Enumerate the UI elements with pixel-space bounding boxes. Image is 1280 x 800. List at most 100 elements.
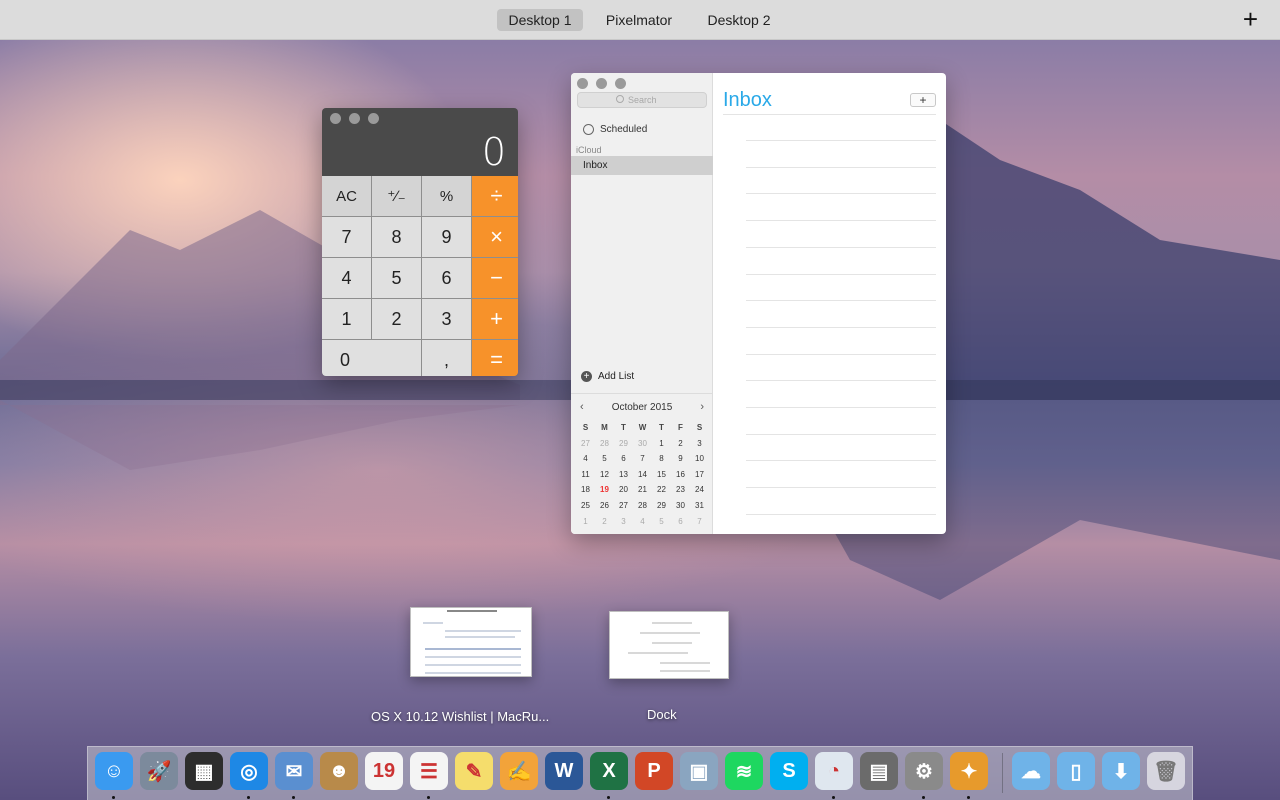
- calendar-day[interactable]: 1: [652, 436, 671, 452]
- calculator-key[interactable]: %: [422, 176, 471, 216]
- space-tab-desktop-2[interactable]: Desktop 2: [697, 9, 781, 31]
- calculator-key[interactable]: 3: [422, 299, 471, 339]
- minimize-button[interactable]: [596, 78, 607, 89]
- chevron-right-icon[interactable]: ›: [700, 401, 704, 413]
- calculator-key[interactable]: ÷: [472, 176, 518, 216]
- calendar-day[interactable]: 13: [614, 467, 633, 483]
- calendar-day[interactable]: 17: [690, 467, 709, 483]
- notes-icon[interactable]: ✎: [455, 752, 493, 790]
- calculator-window[interactable]: 0 AC ⁺∕₋% ÷ 7 8 9 × 4 5 6− 1 2 3 +0, =: [322, 108, 518, 376]
- pages-icon[interactable]: ✍: [500, 752, 538, 790]
- calendar-day[interactable]: 6: [671, 514, 690, 530]
- minimize-button[interactable]: [349, 113, 360, 124]
- calendar-day[interactable]: 14: [633, 467, 652, 483]
- calendar-day[interactable]: 29: [652, 498, 671, 514]
- calendar-day[interactable]: 7: [690, 514, 709, 530]
- calculator-key[interactable]: 6: [422, 258, 471, 298]
- calendar-day[interactable]: 5: [595, 451, 614, 467]
- finder-icon[interactable]: ☺: [95, 752, 133, 790]
- skype-icon[interactable]: S: [770, 752, 808, 790]
- calendar-icon[interactable]: 19: [365, 752, 403, 790]
- calendar-day[interactable]: 20: [614, 482, 633, 498]
- excel-icon[interactable]: X: [590, 752, 628, 790]
- trash-icon[interactable]: 🗑: [1147, 752, 1185, 790]
- calculator-key[interactable]: ,: [422, 340, 471, 376]
- calendar-day[interactable]: 6: [614, 451, 633, 467]
- calendar-day[interactable]: 2: [595, 514, 614, 530]
- calendar-day[interactable]: 18: [576, 482, 595, 498]
- add-space-button[interactable]: +: [1243, 6, 1258, 32]
- documents-folder-icon[interactable]: ▯: [1057, 752, 1095, 790]
- contacts-icon[interactable]: ☻: [320, 752, 358, 790]
- calculator-key[interactable]: 0: [322, 340, 421, 376]
- downloads-folder-icon[interactable]: ⬇: [1102, 752, 1140, 790]
- launchpad-icon[interactable]: 🚀: [140, 752, 178, 790]
- calendar-day[interactable]: 4: [633, 514, 652, 530]
- calendar-day[interactable]: 25: [576, 498, 595, 514]
- calendar-day[interactable]: 21: [633, 482, 652, 498]
- powerpoint-icon[interactable]: P: [635, 752, 673, 790]
- calendar-day[interactable]: 26: [595, 498, 614, 514]
- calendar-day[interactable]: 12: [595, 467, 614, 483]
- word-icon[interactable]: W: [545, 752, 583, 790]
- calendar-day[interactable]: 30: [633, 436, 652, 452]
- calculator-key[interactable]: −: [472, 258, 518, 298]
- calendar-day[interactable]: 23: [671, 482, 690, 498]
- calendar-day[interactable]: 1: [576, 514, 595, 530]
- calculator-key[interactable]: ⁺∕₋: [372, 176, 421, 216]
- calendar-day[interactable]: 28: [633, 498, 652, 514]
- calendar-day[interactable]: 7: [633, 451, 652, 467]
- calculator-key[interactable]: +: [472, 299, 518, 339]
- sidebar-item-inbox[interactable]: Inbox: [571, 156, 713, 175]
- calendar-day[interactable]: 10: [690, 451, 709, 467]
- calendar-day[interactable]: 24: [690, 482, 709, 498]
- calendar-day[interactable]: 8: [652, 451, 671, 467]
- calculator-key[interactable]: AC: [322, 176, 371, 216]
- calculator-key[interactable]: =: [472, 340, 518, 376]
- calculator-key[interactable]: 7: [322, 217, 371, 257]
- calculator-key[interactable]: 8: [372, 217, 421, 257]
- calendar-day[interactable]: 4: [576, 451, 595, 467]
- calculator-key[interactable]: 4: [322, 258, 371, 298]
- calculator-key[interactable]: 1: [322, 299, 371, 339]
- mission-control-icon[interactable]: ▦: [185, 752, 223, 790]
- calendar-day[interactable]: 2: [671, 436, 690, 452]
- calendar-day[interactable]: 3: [614, 514, 633, 530]
- space-tab-pixelmator[interactable]: Pixelmator: [597, 9, 681, 31]
- reminders-window[interactable]: Search Scheduled iCloud Inbox + Add List…: [571, 73, 946, 534]
- calculator-key[interactable]: ×: [472, 217, 518, 257]
- calculator-icon[interactable]: ▤: [860, 752, 898, 790]
- calendar-day[interactable]: 19: [595, 482, 614, 498]
- reminders-icon[interactable]: ☰: [410, 752, 448, 790]
- calendar-day[interactable]: 16: [671, 467, 690, 483]
- calendar-day[interactable]: 31: [690, 498, 709, 514]
- calendar-day[interactable]: 27: [576, 436, 595, 452]
- space-tab-desktop-1[interactable]: Desktop 1: [497, 9, 583, 31]
- calendar-day[interactable]: 11: [576, 467, 595, 483]
- search-input[interactable]: Search: [577, 92, 707, 108]
- calculator-key[interactable]: 2: [372, 299, 421, 339]
- close-button[interactable]: [577, 78, 588, 89]
- window-thumbnail-dock-preferences[interactable]: [609, 611, 729, 679]
- icloud-drive-folder-icon[interactable]: ☁: [1012, 752, 1050, 790]
- calendar-day[interactable]: 9: [671, 451, 690, 467]
- calendar-day[interactable]: 30: [671, 498, 690, 514]
- zoom-button[interactable]: [615, 78, 626, 89]
- calendar-day[interactable]: 28: [595, 436, 614, 452]
- add-list-button[interactable]: + Add List: [581, 371, 634, 382]
- add-reminder-button[interactable]: +: [910, 93, 936, 107]
- close-button[interactable]: [330, 113, 341, 124]
- sidebar-item-scheduled[interactable]: Scheduled: [583, 124, 647, 135]
- spotify-icon[interactable]: ≋: [725, 752, 763, 790]
- app-store-icon[interactable]: ◔: [815, 752, 853, 790]
- calendar-day[interactable]: 3: [690, 436, 709, 452]
- pixelmator-icon[interactable]: ✦: [950, 752, 988, 790]
- window-thumbnail-macrumors[interactable]: [410, 607, 532, 677]
- system-preferences-icon[interactable]: ⚙: [905, 752, 943, 790]
- calendar-day[interactable]: 15: [652, 467, 671, 483]
- calendar-day[interactable]: 5: [652, 514, 671, 530]
- calculator-key[interactable]: 9: [422, 217, 471, 257]
- calendar-day[interactable]: 27: [614, 498, 633, 514]
- calendar-day[interactable]: 29: [614, 436, 633, 452]
- calculator-key[interactable]: 5: [372, 258, 421, 298]
